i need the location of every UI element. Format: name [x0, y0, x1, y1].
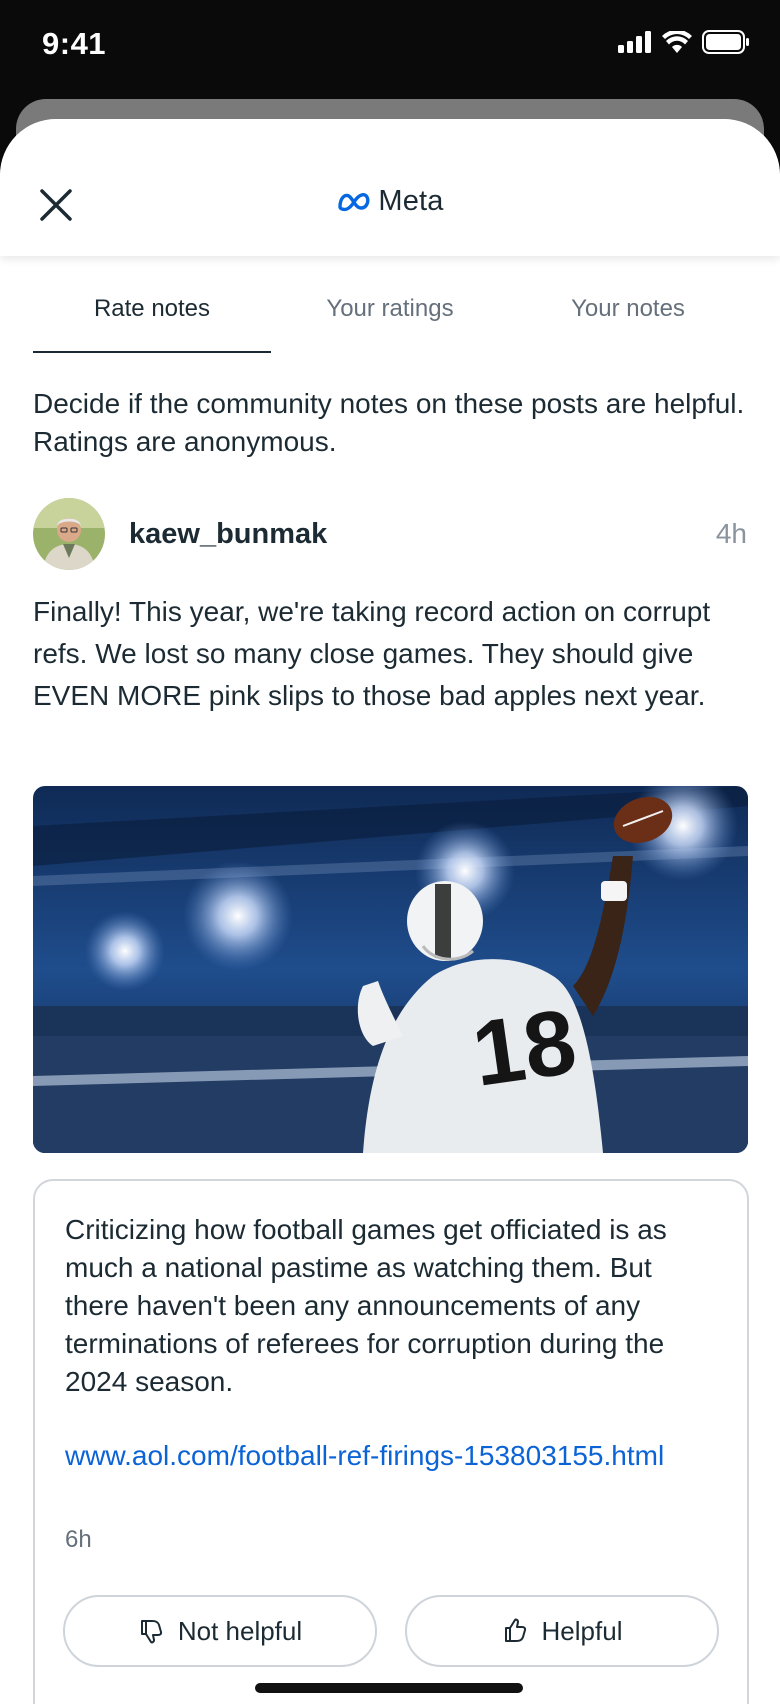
intro-text: Decide if the community notes on these p…	[33, 388, 745, 457]
sheet-header: Meta	[0, 119, 780, 256]
meta-infinity-icon	[338, 192, 370, 211]
note-timestamp: 6h	[65, 1526, 92, 1553]
not-helpful-label: Not helpful	[177, 1615, 303, 1646]
jersey-number: 18	[467, 991, 583, 1106]
tab-your-ratings[interactable]: Your ratings	[271, 295, 509, 353]
bottom-sheet: Meta Rate notes Your ratings Your notes …	[0, 119, 780, 1704]
post-header: kaew_bunmak 4h	[33, 498, 747, 570]
tab-rate-notes[interactable]: Rate notes	[33, 295, 271, 353]
note-text: Criticizing how football games get offic…	[65, 1214, 667, 1397]
note-source-link[interactable]: www.aol.com/football-ref-firings-1538031…	[65, 1437, 715, 1475]
avatar-photo	[33, 498, 105, 570]
football-player-photo: 18	[33, 786, 748, 1153]
thumbs-down-icon	[140, 1620, 162, 1644]
post-text: Finally! This year, we're taking record …	[33, 596, 711, 711]
tab-your-notes[interactable]: Your notes	[509, 295, 747, 353]
post-timestamp: 4h	[715, 518, 747, 549]
brand-name: Meta	[378, 185, 444, 217]
tab-label: Rate notes	[93, 295, 211, 322]
tab-label: Your notes	[571, 295, 685, 322]
post-image[interactable]: 18	[33, 786, 748, 1153]
post-username[interactable]: kaew_bunmak	[129, 518, 327, 551]
tab-label: Your ratings	[326, 295, 454, 322]
avatar[interactable]	[33, 498, 105, 570]
wifi-icon	[662, 31, 692, 53]
helpful-button[interactable]: Helpful	[405, 1595, 719, 1667]
cellular-signal-icon	[618, 31, 651, 53]
helpful-label: Helpful	[541, 1615, 623, 1646]
active-tab-underline	[33, 351, 271, 353]
status-icons	[618, 30, 750, 54]
thumbs-up-icon	[504, 1618, 526, 1642]
battery-icon	[702, 30, 749, 54]
status-time: 9:41	[42, 26, 107, 61]
tab-bar: Rate notes Your ratings Your notes	[33, 295, 747, 353]
not-helpful-button[interactable]: Not helpful	[63, 1595, 377, 1667]
status-bar: 9:41	[0, 0, 780, 100]
home-indicator[interactable]	[255, 1683, 523, 1693]
brand-logo: Meta	[0, 185, 780, 218]
community-note-card: Criticizing how football games get offic…	[33, 1179, 749, 1704]
